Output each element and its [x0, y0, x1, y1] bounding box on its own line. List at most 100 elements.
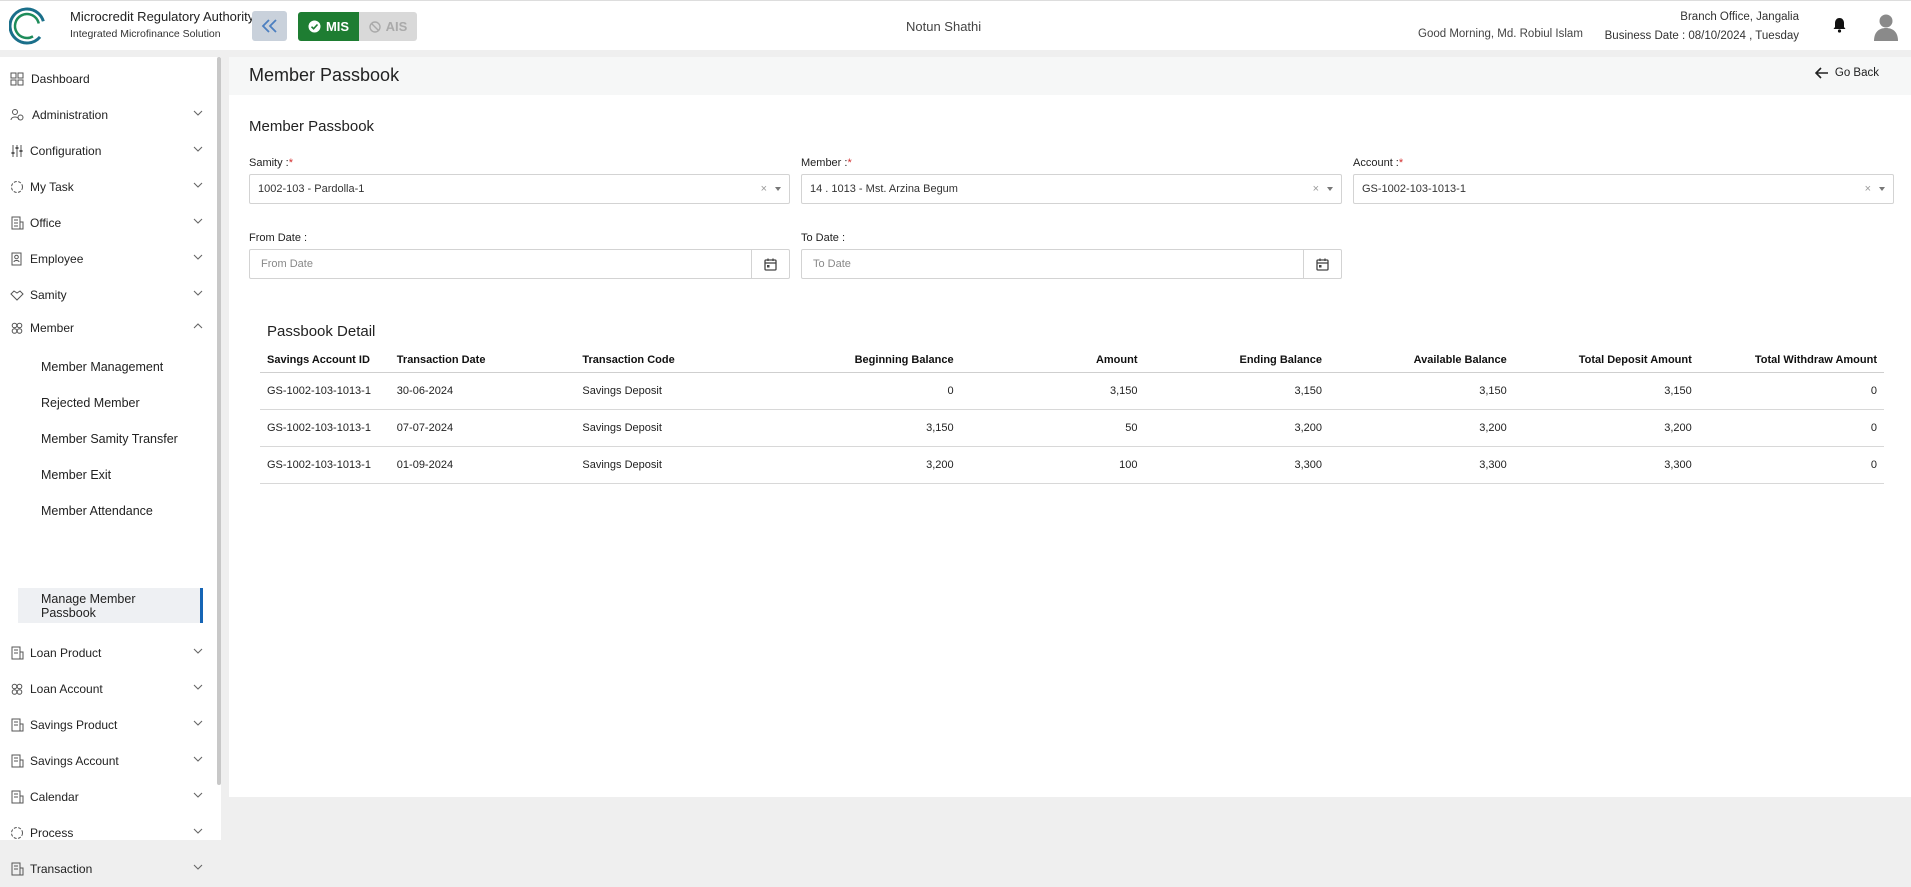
sidebar-item-label: Process	[30, 826, 74, 840]
account-value: GS-1002-103-1013-1	[1362, 183, 1466, 195]
sidebar-item-savings-account[interactable]: Savings Account	[0, 743, 215, 779]
process-circle-icon	[11, 827, 23, 839]
submenu-member-management[interactable]: Member Management	[41, 360, 163, 374]
sidebar-item-label: Calendar	[30, 790, 79, 804]
member-label-text: Member :	[801, 157, 848, 169]
cell-total-withdraw: 0	[1698, 409, 1884, 447]
business-date: Business Date : 08/10/2024 , Tuesday	[1604, 30, 1799, 42]
brand: Microcredit Regulatory Authority Integra…	[70, 9, 254, 40]
required-mark: *	[288, 157, 294, 169]
mis-label: MIS	[325, 19, 350, 34]
document-icon	[11, 718, 24, 732]
member-select[interactable]: 14 . 1013 - Mst. Arzina Begum ×	[801, 174, 1342, 204]
cell-account-id: GS-1002-103-1013-1	[260, 372, 390, 410]
submenu-manage-member-passbook[interactable]: Manage Member Passbook	[18, 588, 203, 623]
chevron-up-icon	[193, 323, 203, 329]
sidebar-item-label: Office	[30, 216, 62, 230]
employee-icon	[11, 252, 22, 266]
clear-icon[interactable]: ×	[1865, 183, 1871, 195]
samity-value: 1002-103 - Pardolla-1	[258, 183, 365, 195]
go-back-button[interactable]: Go Back	[1814, 67, 1879, 79]
cell-transaction-date: 07-07-2024	[389, 409, 576, 447]
submenu-member-attendance[interactable]: Member Attendance	[41, 504, 153, 518]
sidebar-item-employee[interactable]: Employee	[0, 241, 215, 277]
mode-toggle: MIS AIS	[298, 12, 417, 41]
sidebar-item-office[interactable]: Office	[0, 205, 215, 241]
greeting-text: Good Morning, Md. Robiul Islam	[1418, 28, 1583, 40]
sidebar-item-member[interactable]: Member	[0, 310, 215, 346]
cell-beginning-balance: 3,150	[748, 409, 961, 447]
sidebar-item-label: Transaction	[30, 862, 93, 876]
chevron-down-icon	[193, 828, 203, 834]
cell-amount: 100	[960, 446, 1145, 484]
submenu-rejected-member[interactable]: Rejected Member	[41, 396, 140, 410]
cell-available-balance: 3,200	[1329, 409, 1514, 447]
samity-select[interactable]: 1002-103 - Pardolla-1 ×	[249, 174, 790, 204]
sidebar-item-configuration[interactable]: Configuration	[0, 133, 215, 169]
chevron-down-icon	[193, 218, 203, 224]
clear-icon[interactable]: ×	[761, 183, 767, 195]
sidebar-item-samity[interactable]: Samity	[0, 277, 215, 313]
sidebar-scrollbar[interactable]	[217, 57, 221, 785]
chevron-down-icon	[193, 290, 203, 296]
account-label: Account :*	[1353, 157, 1403, 169]
go-back-label: Go Back	[1834, 67, 1879, 79]
sidebar-item-my-task[interactable]: My Task	[0, 169, 215, 205]
chevron-down-icon	[193, 792, 203, 798]
office-building-icon	[11, 216, 24, 230]
sidebar-item-label: Member	[30, 321, 75, 335]
cell-amount: 3,150	[960, 372, 1145, 410]
submenu-member-samity-transfer[interactable]: Member Samity Transfer	[41, 432, 178, 446]
cell-amount: 50	[960, 409, 1145, 447]
members-icon	[11, 322, 23, 334]
chevron-down-icon	[193, 648, 203, 654]
submenu-member-exit[interactable]: Member Exit	[41, 468, 111, 482]
section-title: Member Passbook	[249, 118, 375, 135]
cell-available-balance: 3,150	[1329, 372, 1514, 410]
sidebar-item-label: Loan Product	[30, 646, 102, 660]
check-circle-icon	[308, 20, 321, 33]
mis-button[interactable]: MIS	[298, 12, 359, 41]
chevron-down-icon	[193, 146, 203, 152]
handshake-icon	[10, 290, 24, 301]
dashboard-grid-icon	[10, 72, 24, 86]
cell-account-id: GS-1002-103-1013-1	[260, 409, 390, 447]
sidebar-item-loan-product[interactable]: Loan Product	[0, 635, 215, 671]
table-row: GS-1002-103-1013-1 07-07-2024 Savings De…	[260, 409, 1884, 447]
sidebar-item-process[interactable]: Process	[0, 815, 215, 851]
account-select[interactable]: GS-1002-103-1013-1 ×	[1353, 174, 1894, 204]
sidebar-item-administration[interactable]: Administration	[0, 97, 215, 133]
to-date-calendar-button[interactable]	[1303, 250, 1341, 278]
sidebar-item-loan-account[interactable]: Loan Account	[0, 671, 215, 707]
from-date-input[interactable]: From Date	[249, 249, 790, 279]
user-avatar-icon[interactable]	[1873, 13, 1899, 41]
from-date-label: From Date :	[249, 232, 308, 244]
from-date-calendar-button[interactable]	[751, 250, 789, 278]
branch-name: Branch Office, Jangalia	[1680, 11, 1799, 23]
col-transaction-date: Transaction Date	[389, 347, 576, 373]
col-beginning-balance: Beginning Balance	[748, 347, 961, 373]
caret-down-icon	[775, 187, 781, 191]
to-date-input[interactable]: To Date	[801, 249, 1342, 279]
top-header: Microcredit Regulatory Authority Integra…	[0, 0, 1911, 50]
arrow-left-icon	[1814, 67, 1828, 79]
document-icon	[11, 646, 24, 660]
sidebar-item-transaction[interactable]: Transaction	[0, 851, 215, 887]
ais-button[interactable]: AIS	[359, 12, 417, 41]
task-circle-icon	[11, 181, 23, 193]
sidebar-item-label: Dashboard	[31, 72, 90, 86]
sidebar-item-savings-product[interactable]: Savings Product	[0, 707, 215, 743]
loan-account-icon	[11, 683, 23, 695]
collapse-sidebar-button[interactable]	[252, 11, 287, 41]
sidebar-item-label: Employee	[30, 252, 84, 266]
clear-icon[interactable]: ×	[1313, 183, 1319, 195]
cell-transaction-date: 30-06-2024	[389, 372, 576, 410]
sidebar-item-calendar[interactable]: Calendar	[0, 779, 215, 815]
cell-beginning-balance: 0	[748, 372, 961, 410]
notification-bell-icon[interactable]	[1832, 17, 1847, 33]
cell-available-balance: 3,300	[1329, 446, 1514, 484]
sliders-icon	[11, 145, 23, 157]
cell-ending-balance: 3,200	[1144, 409, 1330, 447]
sidebar-item-dashboard[interactable]: Dashboard	[0, 61, 215, 97]
sidebar-item-label: Savings Product	[30, 718, 118, 732]
